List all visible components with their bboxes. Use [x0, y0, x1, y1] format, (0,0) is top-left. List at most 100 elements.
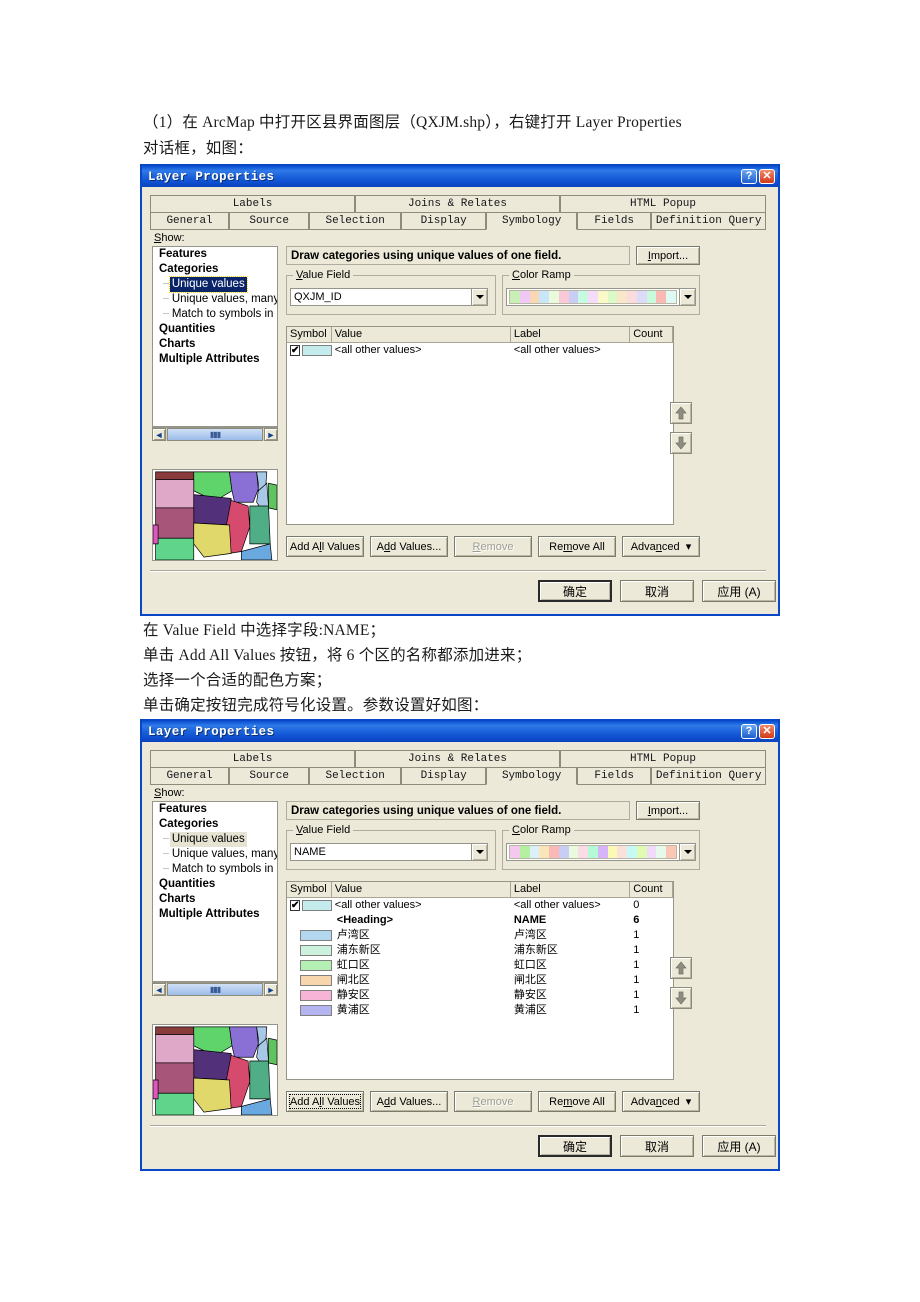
import-button[interactable]: Import...	[636, 801, 700, 820]
tree-item-match-to-symbols-in-a[interactable]: ┄ Match to symbols in a	[153, 862, 277, 877]
apply-button[interactable]: 应用 (A)	[702, 580, 776, 602]
cell-symbol[interactable]	[287, 960, 332, 971]
table-row[interactable]: ✔ <all other values> <all other values>	[287, 343, 673, 358]
tab-html-popup[interactable]: HTML Popup	[560, 195, 766, 212]
table-row[interactable]: 黄浦区 黄浦区 1	[287, 1003, 673, 1018]
remove-all-button[interactable]: Re m ove All	[538, 536, 616, 557]
row-checkbox[interactable]: ✔	[290, 900, 301, 911]
dialog-titlebar[interactable]: Layer Properties ? ✕	[142, 721, 778, 742]
chevron-down-icon[interactable]	[471, 289, 487, 305]
scroll-thumb[interactable]: ▮▮▮	[167, 428, 263, 441]
tab-html-popup[interactable]: HTML Popup	[560, 750, 766, 767]
show-tree-hscrollbar[interactable]: ◄ ▮▮▮ ►	[152, 982, 278, 996]
tab-labels[interactable]: Labels	[150, 195, 355, 212]
column-header-label[interactable]: Label	[511, 327, 631, 342]
tab-general[interactable]: General	[150, 767, 230, 784]
column-header-symbol[interactable]: Symbol	[287, 882, 332, 897]
ok-button[interactable]: 确定	[538, 1135, 612, 1157]
help-icon[interactable]: ?	[741, 169, 757, 184]
row-checkbox[interactable]: ✔	[290, 345, 301, 356]
cell-symbol[interactable]	[287, 930, 332, 941]
table-row[interactable]: 闸北区 闸北区 1	[287, 973, 673, 988]
tab-fields[interactable]: Fields	[577, 767, 652, 784]
add-all-values-button[interactable]: Add All Values	[286, 1091, 364, 1112]
table-row[interactable]: <Heading> NAME 6	[287, 913, 673, 928]
tree-item-match-to-symbols-in-a[interactable]: ┄ Match to symbols in a	[153, 307, 277, 322]
cell-symbol[interactable]	[287, 990, 332, 1001]
symbol-swatch[interactable]	[300, 960, 332, 971]
tree-item-quantities[interactable]: Quantities	[153, 322, 277, 337]
symbol-swatch[interactable]	[302, 345, 332, 356]
move-down-button[interactable]	[670, 987, 692, 1009]
tab-general[interactable]: General	[150, 212, 230, 229]
chevron-down-icon[interactable]	[679, 289, 695, 305]
column-header-count[interactable]: Count	[630, 882, 673, 897]
value-field-combobox[interactable]: NAME	[290, 843, 488, 861]
symbol-table[interactable]: Symbol Value Label Count ✔ <all other values>…	[286, 881, 674, 1080]
tab-definition-query[interactable]: Definition Query	[651, 767, 766, 784]
tree-item-multiple-attributes[interactable]: Multiple Attributes	[153, 352, 277, 367]
symbol-swatch[interactable]	[300, 945, 332, 956]
add-all-values-button[interactable]: Add All Values	[286, 536, 364, 557]
tab-fields[interactable]: Fields	[577, 212, 652, 229]
show-tree[interactable]: Features Categories ┄ Unique values ┄ Uniqu…	[152, 801, 278, 982]
table-row[interactable]: 虹口区 虹口区 1	[287, 958, 673, 973]
tree-item-unique-values-many-l[interactable]: ┄ Unique values, many l	[153, 292, 277, 307]
tree-item-unique-values[interactable]: ┄ Unique values	[153, 832, 277, 847]
tab-source[interactable]: Source	[229, 767, 310, 784]
tab-joins-relates[interactable]: Joins & Relates	[355, 195, 560, 212]
table-row[interactable]: 静安区 静安区 1	[287, 988, 673, 1003]
dialog-titlebar[interactable]: Layer Properties ? ✕	[142, 166, 778, 187]
help-icon[interactable]: ?	[741, 724, 757, 739]
tab-display[interactable]: Display	[401, 212, 487, 229]
color-ramp-combobox[interactable]	[506, 288, 696, 306]
column-header-symbol[interactable]: Symbol	[287, 327, 332, 342]
cell-symbol[interactable]	[287, 920, 332, 921]
move-down-button[interactable]	[670, 432, 692, 454]
tree-item-features[interactable]: Features	[153, 802, 277, 817]
close-icon[interactable]: ✕	[759, 169, 775, 184]
cancel-button[interactable]: 取消	[620, 1135, 694, 1157]
chevron-down-icon[interactable]	[679, 844, 695, 860]
chevron-down-icon[interactable]	[471, 844, 487, 860]
cell-symbol[interactable]: ✔	[287, 900, 332, 911]
tree-item-charts[interactable]: Charts	[153, 892, 277, 907]
tab-selection[interactable]: Selection	[309, 212, 402, 229]
cell-symbol[interactable]	[287, 1005, 332, 1016]
tree-item-unique-values[interactable]: ┄ Unique values	[153, 276, 277, 293]
column-header-count[interactable]: Count	[630, 327, 673, 342]
layer-properties-dialog-2[interactable]: Layer Properties ? ✕ Labels Joins & Relat…	[140, 719, 780, 1171]
tab-labels[interactable]: Labels	[150, 750, 355, 767]
column-header-value[interactable]: Value	[332, 327, 511, 342]
symbol-table[interactable]: Symbol Value Label Count ✔ <all other values>…	[286, 326, 674, 525]
tab-symbology[interactable]: Symbology	[486, 212, 578, 230]
layer-properties-dialog-1[interactable]: Layer Properties ? ✕ Labels Joins & Relat…	[140, 164, 780, 616]
symbol-swatch[interactable]	[300, 1005, 332, 1016]
apply-button[interactable]: 应用 (A)	[702, 1135, 776, 1157]
cell-symbol[interactable]	[287, 945, 332, 956]
close-icon[interactable]: ✕	[759, 724, 775, 739]
tree-item-features[interactable]: Features	[153, 247, 277, 262]
cell-symbol[interactable]: ✔	[287, 345, 332, 356]
add-values-button[interactable]: Add Values...	[370, 1091, 448, 1112]
move-up-button[interactable]	[670, 402, 692, 424]
tree-item-quantities[interactable]: Quantities	[153, 877, 277, 892]
add-values-button[interactable]: Add Values...	[370, 536, 448, 557]
scroll-left-icon[interactable]: ◄	[152, 428, 166, 441]
tree-item-multiple-attributes[interactable]: Multiple Attributes	[153, 907, 277, 922]
show-tree-hscrollbar[interactable]: ◄ ▮▮▮ ►	[152, 427, 278, 441]
cell-symbol[interactable]	[287, 975, 332, 986]
tab-source[interactable]: Source	[229, 212, 310, 229]
table-row[interactable]: 浦东新区 浦东新区 1	[287, 943, 673, 958]
move-up-button[interactable]	[670, 957, 692, 979]
symbol-swatch[interactable]	[300, 975, 332, 986]
scroll-right-icon[interactable]: ►	[264, 428, 278, 441]
color-ramp-combobox[interactable]	[506, 843, 696, 861]
tree-item-categories[interactable]: Categories	[153, 817, 277, 832]
tab-definition-query[interactable]: Definition Query	[651, 212, 766, 229]
value-field-combobox[interactable]: QXJM_ID	[290, 288, 488, 306]
table-row[interactable]: 卢湾区 卢湾区 1	[287, 928, 673, 943]
table-row[interactable]: ✔ <all other values> <all other values> 0	[287, 898, 673, 913]
show-tree[interactable]: Features Categories ┄ Unique values ┄ Uniqu…	[152, 246, 278, 427]
tab-joins-relates[interactable]: Joins & Relates	[355, 750, 560, 767]
